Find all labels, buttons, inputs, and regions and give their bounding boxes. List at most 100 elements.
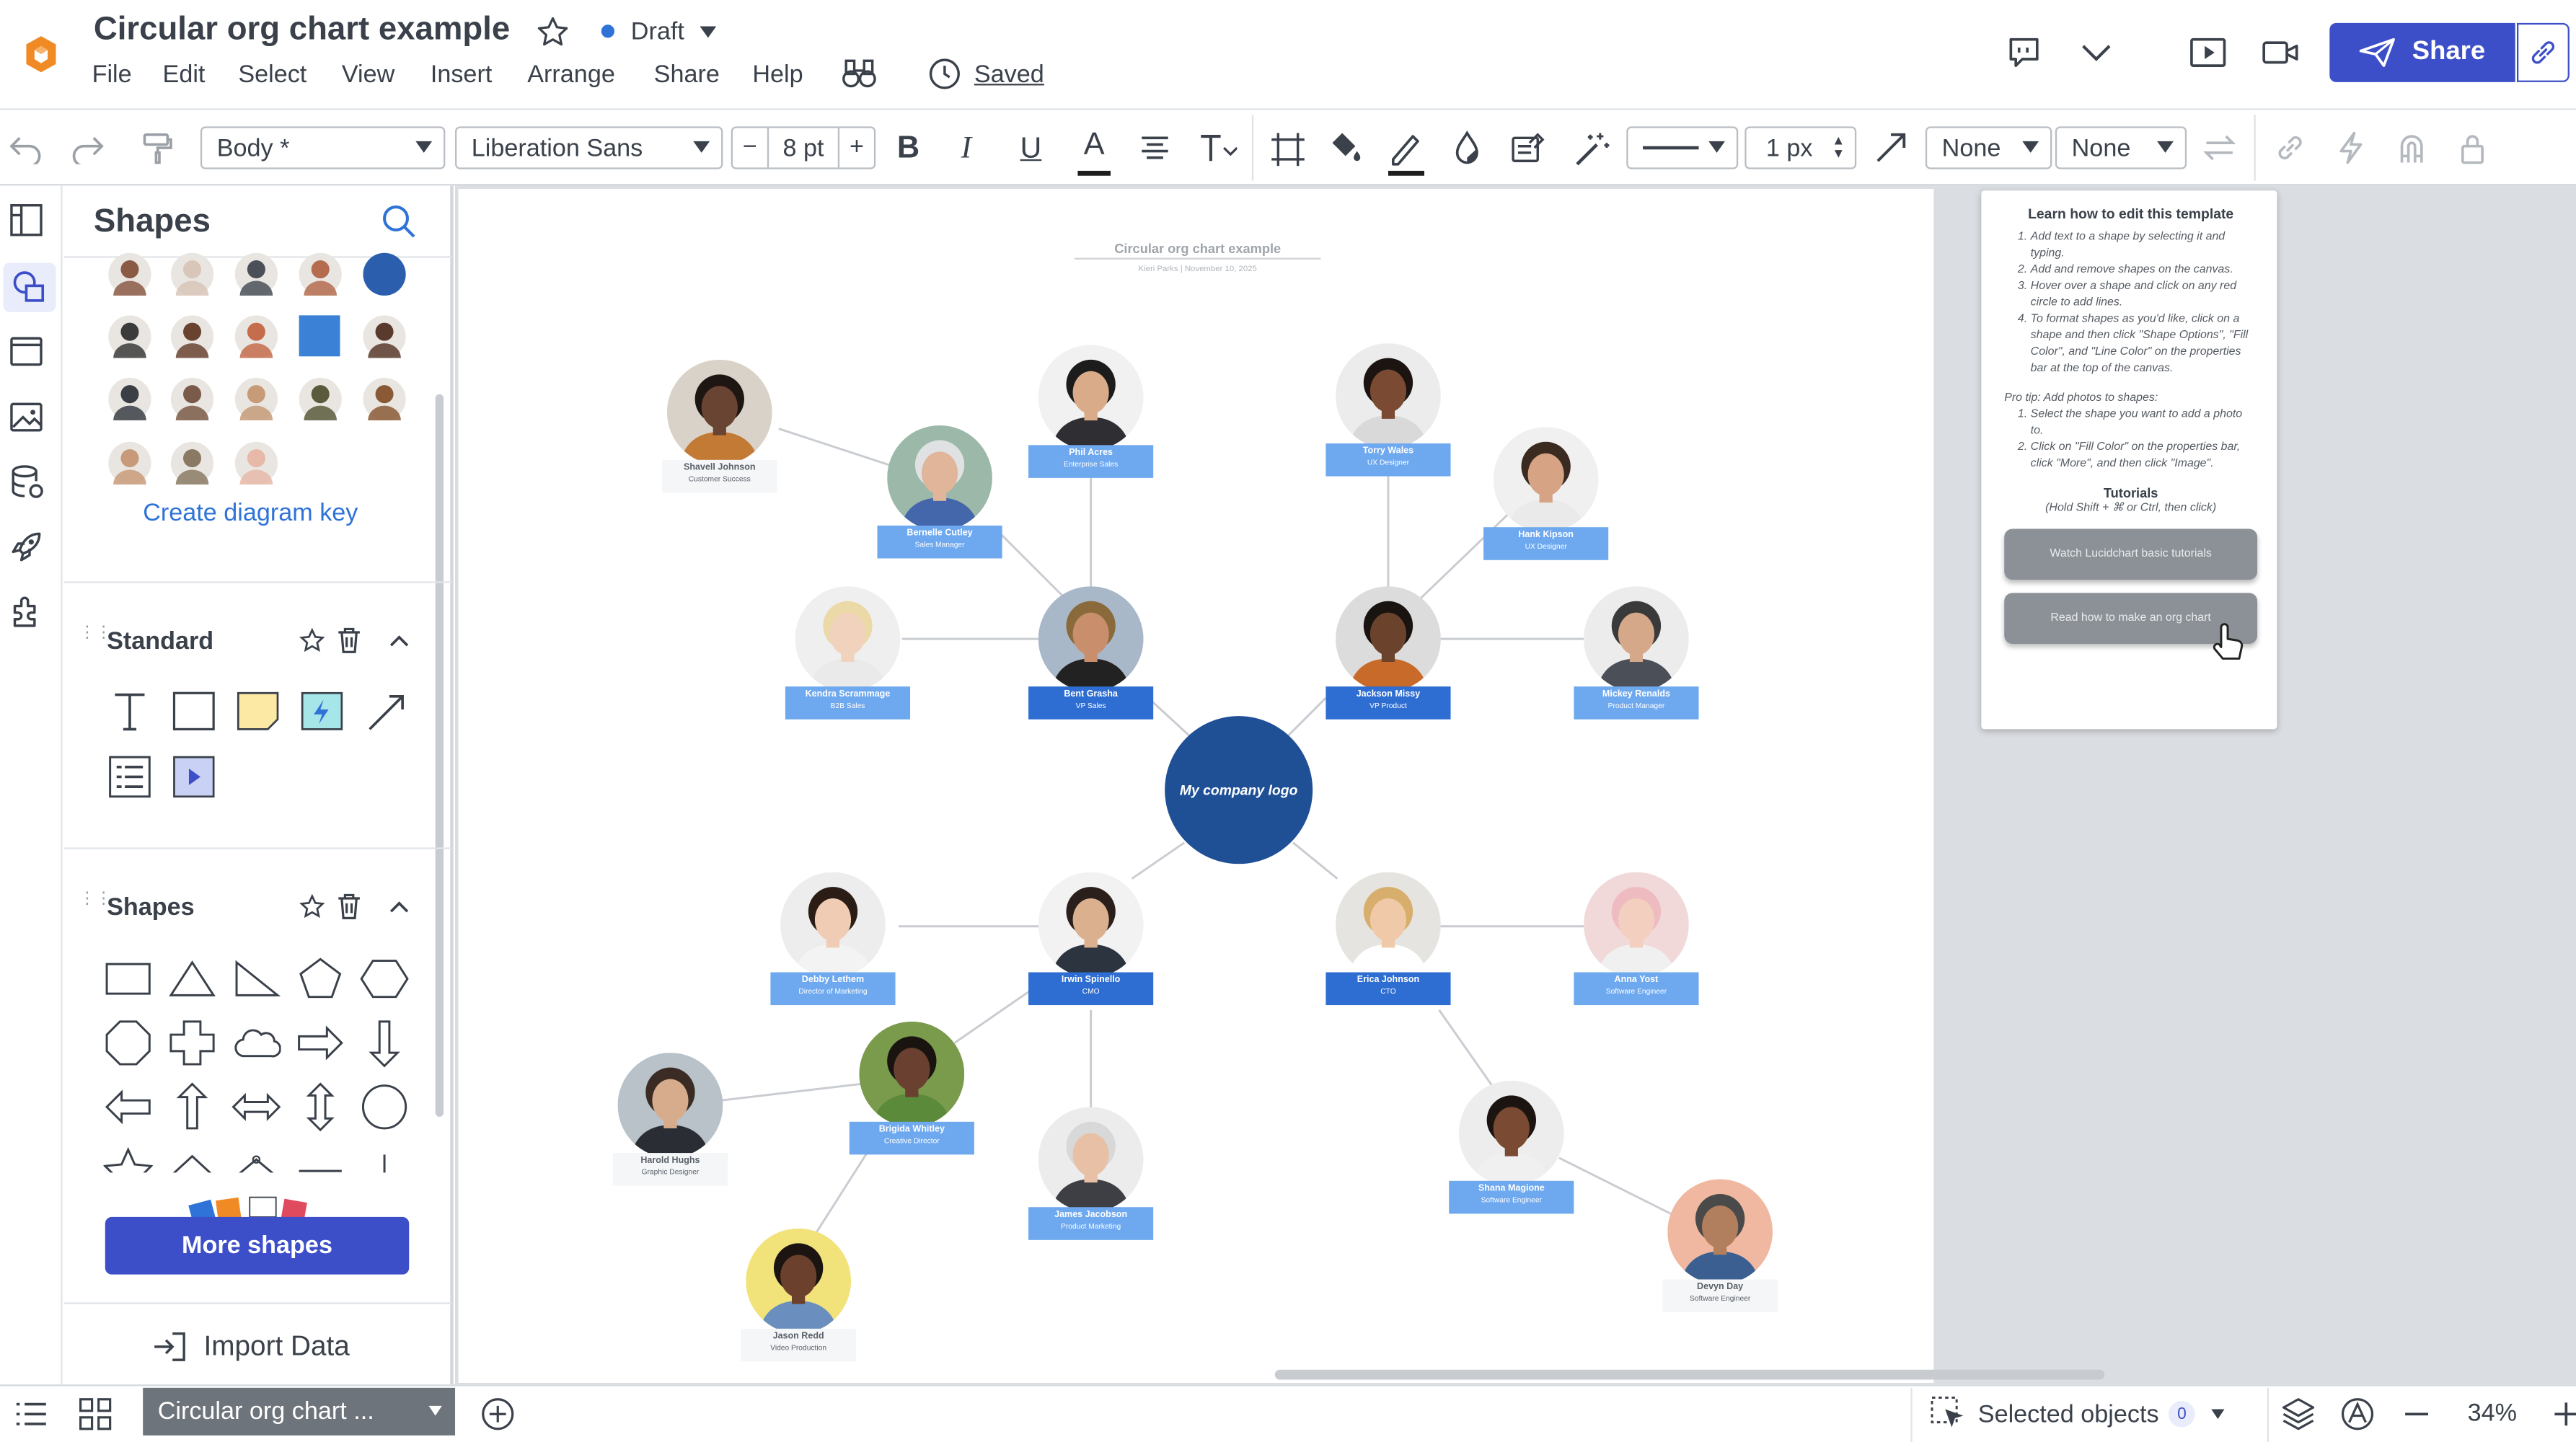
network-shape-icon[interactable]: [231, 1146, 281, 1173]
person-label[interactable]: James Jacobson Product Marketing: [1028, 1207, 1154, 1240]
binoculars-icon[interactable]: [841, 58, 877, 91]
avatar[interactable]: [108, 252, 151, 296]
person-photo[interactable]: [1038, 872, 1144, 978]
person-label[interactable]: Shavell Johnson Customer Success: [662, 459, 777, 493]
align-center-icon[interactable]: [1139, 131, 1172, 164]
underline-button[interactable]: U: [1020, 131, 1042, 166]
trash-icon[interactable]: [337, 893, 361, 919]
star-icon[interactable]: [536, 15, 570, 50]
person-photo[interactable]: [1336, 586, 1441, 691]
person-label[interactable]: Bernelle Cutley Sales Manager: [877, 525, 1002, 559]
font-dropdown[interactable]: Liberation Sans: [455, 126, 723, 169]
comment-icon[interactable]: [2006, 35, 2042, 71]
avatar[interactable]: [108, 377, 151, 421]
fill-color-icon[interactable]: [1328, 130, 1364, 166]
avatar[interactable]: [234, 315, 278, 358]
person-photo[interactable]: [887, 425, 992, 531]
avatar[interactable]: [170, 441, 214, 485]
person-label[interactable]: Jason Redd Video Production: [741, 1328, 856, 1362]
page-tab[interactable]: Circular org chart ...: [143, 1387, 456, 1436]
text-tool-icon[interactable]: [105, 686, 154, 735]
data-icon[interactable]: [8, 463, 44, 499]
text-options-icon[interactable]: [1198, 131, 1238, 164]
text-style-dropdown[interactable]: Body *: [200, 126, 446, 169]
square-shape-icon[interactable]: [299, 315, 340, 357]
zoom-in-icon[interactable]: [2553, 1396, 2576, 1432]
avatar[interactable]: [363, 315, 406, 358]
person-photo[interactable]: [1584, 586, 1689, 691]
star-icon[interactable]: [299, 627, 325, 653]
person-photo[interactable]: [1038, 345, 1144, 451]
italic-button[interactable]: I: [961, 131, 971, 167]
person-label[interactable]: Anna Yost Software Engineer: [1574, 972, 1699, 1006]
cloud-icon[interactable]: [231, 1018, 282, 1067]
person-photo[interactable]: [746, 1228, 852, 1334]
add-page-icon[interactable]: [480, 1396, 516, 1432]
undo-icon[interactable]: [8, 131, 44, 164]
bold-button[interactable]: B: [897, 131, 919, 167]
opacity-icon[interactable]: [1452, 130, 1482, 166]
line-style-dropdown[interactable]: [1626, 126, 1739, 169]
horizontal-double-arrow-icon[interactable]: [231, 1082, 281, 1131]
pages-panel-icon[interactable]: [8, 202, 44, 238]
person-photo[interactable]: [666, 359, 772, 465]
increase-font-button[interactable]: +: [837, 128, 874, 168]
saved-link[interactable]: Saved: [974, 61, 1044, 89]
chevron-up-icon[interactable]: [388, 897, 411, 916]
avatar[interactable]: [299, 252, 342, 296]
layers-icon[interactable]: [2280, 1396, 2316, 1432]
lock-icon[interactable]: [2456, 130, 2489, 166]
left-arrow-icon[interactable]: [104, 1082, 153, 1131]
panel-scrollbar[interactable]: [435, 394, 444, 1117]
zoom-level[interactable]: 34%: [2468, 1399, 2517, 1428]
arrow-start-dropdown[interactable]: None: [1925, 126, 2052, 169]
avatar[interactable]: [234, 377, 278, 421]
line-width-field[interactable]: 1 px ▲ ▼: [1744, 126, 1857, 169]
magic-wand-icon[interactable]: [1572, 130, 1612, 169]
person-label[interactable]: Hank Kipson UX Designer: [1483, 527, 1609, 560]
font-size-value[interactable]: 8 pt: [769, 134, 838, 162]
person-photo[interactable]: [1038, 1107, 1144, 1213]
selected-objects[interactable]: Selected objects 0: [1931, 1393, 2225, 1436]
video-icon[interactable]: [2261, 36, 2301, 69]
down-arrow-icon[interactable]: [360, 1018, 409, 1068]
avatar[interactable]: [234, 252, 278, 296]
page-list-icon[interactable]: [13, 1396, 49, 1432]
arrow-end-dropdown[interactable]: None: [2055, 126, 2187, 169]
person-label[interactable]: Erica Johnson CTO: [1326, 972, 1451, 1006]
menu-file[interactable]: File: [92, 61, 132, 89]
person-photo[interactable]: [859, 1021, 965, 1127]
person-label[interactable]: Kendra Scrammage B2B Sales: [785, 686, 911, 720]
lucid-logo-icon[interactable]: [19, 33, 62, 76]
person-label[interactable]: Irwin Spinello CMO: [1028, 972, 1154, 1006]
format-painter-icon[interactable]: [140, 130, 176, 166]
create-diagram-key-link[interactable]: Create diagram key: [143, 499, 358, 527]
person-label[interactable]: Mickey Renalds Product Manager: [1574, 686, 1699, 720]
link-icon[interactable]: [2272, 130, 2308, 166]
person-photo[interactable]: [1336, 872, 1441, 978]
person-photo[interactable]: [617, 1053, 723, 1158]
share-button[interactable]: Share: [2329, 22, 2515, 82]
circle-shape-icon[interactable]: [363, 252, 406, 296]
star-shape-icon[interactable]: [102, 1146, 154, 1173]
person-label[interactable]: Phil Acres Enterprise Sales: [1028, 445, 1154, 478]
redo-icon[interactable]: [69, 131, 105, 164]
search-icon[interactable]: [379, 202, 419, 242]
avatar[interactable]: [170, 377, 214, 421]
person-photo[interactable]: [1584, 872, 1689, 978]
menu-edit[interactable]: Edit: [163, 61, 206, 89]
triangle-icon[interactable]: [167, 954, 216, 1003]
menu-insert[interactable]: Insert: [431, 61, 492, 89]
person-photo[interactable]: [795, 586, 901, 691]
watch-tutorials-button[interactable]: Watch Lucidchart basic tutorials: [2004, 528, 2258, 580]
drag-handle-icon[interactable]: ⋮⋮: [79, 625, 112, 652]
cross-icon[interactable]: [167, 1018, 216, 1067]
up-arrow-icon[interactable]: [167, 1082, 216, 1131]
company-logo-circle[interactable]: My company logo: [1165, 716, 1313, 864]
decrease-font-button[interactable]: −: [733, 128, 769, 168]
person-label[interactable]: Devyn Day Software Engineer: [1662, 1279, 1778, 1313]
person-label[interactable]: Debby Lethem Director of Marketing: [770, 972, 896, 1006]
menu-select[interactable]: Select: [238, 61, 306, 89]
action-shape-icon[interactable]: [297, 686, 346, 735]
person-label[interactable]: Harold Hughs Graphic Designer: [612, 1153, 728, 1186]
